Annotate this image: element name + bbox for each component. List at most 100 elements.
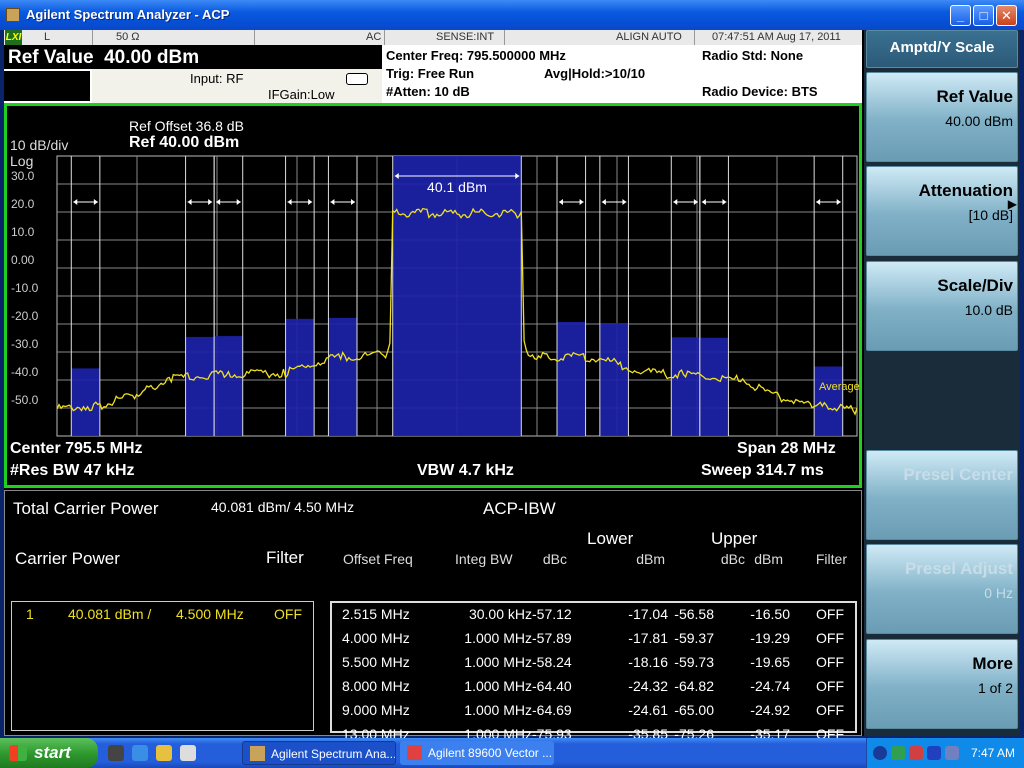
close-button[interactable]: ✕ xyxy=(996,5,1017,26)
y-tick-label: -20.0 xyxy=(11,309,39,323)
softkey-attenuation[interactable]: Attenuation [10 dB] ▶ xyxy=(866,166,1018,256)
acp-results-panel: Total Carrier Power 40.081 dBm/ 4.50 MHz… xyxy=(4,490,862,742)
tray-expand-icon[interactable] xyxy=(873,746,887,760)
y-tick-label: -50.0 xyxy=(11,393,39,407)
table-cell: -58.24 xyxy=(532,654,572,670)
table-row: 2.515 MHz 30.00 kHz -57.12 -17.04 -56.58 -16.… xyxy=(332,603,855,627)
table-cell: 2.515 MHz xyxy=(342,606,410,622)
table-cell: 1.000 MHz xyxy=(464,630,532,646)
attenuation: #Atten: 10 dB xyxy=(386,84,470,99)
security-icon[interactable] xyxy=(909,746,923,760)
active-function[interactable]: Ref Value 40.00 dBm xyxy=(4,45,382,69)
system-tray: 7:47 AM xyxy=(866,738,1024,768)
integration-band xyxy=(285,318,315,436)
taskbar-item-spectrum-analyzer[interactable]: Agilent Spectrum Ana... xyxy=(242,741,396,765)
carrier-power-table: 1 40.081 dBm / 4.500 MHz OFF xyxy=(11,601,314,731)
integration-band xyxy=(185,336,215,436)
windows-logo-icon xyxy=(9,745,27,761)
minimize-button[interactable]: _ xyxy=(950,5,971,26)
softkey-label: Ref Value xyxy=(936,87,1013,106)
divider xyxy=(694,30,695,45)
table-cell: -56.58 xyxy=(674,606,714,622)
y-tick-label: 0.00 xyxy=(11,253,35,267)
acp-column-header: dBm xyxy=(636,551,665,567)
acp-column-header: dBc xyxy=(720,551,745,567)
table-cell: 1.000 MHz xyxy=(464,678,532,694)
internet-explorer-icon[interactable] xyxy=(132,745,148,761)
start-button[interactable]: start xyxy=(0,738,98,768)
scale-per-div: 10 dB/div xyxy=(10,137,69,153)
spectrum-plot: 40.1 dBm Average xyxy=(56,155,859,437)
integration-band xyxy=(671,337,700,436)
analyzer-screen: LXI L 50 Ω AC SENSE:INT ALIGN AUTO 07:47… xyxy=(4,30,1020,742)
table-cell: OFF xyxy=(816,702,844,718)
app-window: Agilent Spectrum Analyzer - ACP _ □ ✕ LX… xyxy=(0,0,1024,742)
integration-band xyxy=(599,323,629,436)
table-cell: 9.000 MHz xyxy=(342,702,410,718)
task-label: Agilent 89600 Vector ... xyxy=(428,746,553,760)
spectrum-analyzer-icon xyxy=(250,746,265,761)
center-frequency: Center 795.5 MHz xyxy=(10,440,143,457)
table-cell: -65.00 xyxy=(674,702,714,718)
table-cell: -57.89 xyxy=(532,630,572,646)
display-icon[interactable] xyxy=(927,746,941,760)
softkey-more[interactable]: More 1 of 2 xyxy=(866,639,1018,729)
carrier-power-label: 40.1 dBm xyxy=(427,179,487,195)
divider xyxy=(384,30,385,45)
y-tick-label: 10.0 xyxy=(11,225,35,239)
res-bw: #Res BW 47 kHz xyxy=(10,462,135,479)
total-carrier-power-label: Total Carrier Power xyxy=(13,499,159,518)
carrier-filter-label: Filter xyxy=(266,548,304,567)
ref-offset: Ref Offset 36.8 dB xyxy=(129,118,244,134)
table-cell: -16.50 xyxy=(750,606,790,622)
integration-band xyxy=(814,366,843,436)
title-bar[interactable]: Agilent Spectrum Analyzer - ACP _ □ ✕ xyxy=(0,0,1024,30)
y-tick-label: -40.0 xyxy=(11,365,39,379)
volume-icon[interactable] xyxy=(945,746,959,760)
divider xyxy=(92,30,93,45)
table-cell: 4.000 MHz xyxy=(342,630,410,646)
softkey-label: More xyxy=(972,654,1013,673)
trace-label: Average xyxy=(819,381,859,393)
softkey-value: 0 Hz xyxy=(984,585,1013,601)
table-cell: -19.29 xyxy=(750,630,790,646)
table-cell: OFF xyxy=(816,678,844,694)
upper-group-label: Upper xyxy=(711,529,758,548)
acp-column-header: Filter xyxy=(815,551,847,567)
table-cell: -64.82 xyxy=(674,678,714,694)
submenu-arrow-icon: ▶ xyxy=(1007,197,1017,211)
softkey-presel-center[interactable]: Presel Center xyxy=(866,450,1018,540)
sweep-time: Sweep 314.7 ms xyxy=(701,462,824,479)
integration-band xyxy=(557,322,586,436)
table-row: 5.500 MHz 1.000 MHz -58.24 -18.16 -59.73 -19.… xyxy=(332,651,855,675)
network-icon[interactable] xyxy=(891,746,905,760)
maximize-button[interactable]: □ xyxy=(973,5,994,26)
vector-analyzer-icon xyxy=(407,745,422,760)
spectrum-graph[interactable]: 40.1 dBm Average 10 dB/div Log Ref Offset… xyxy=(4,103,862,488)
command-prompt-icon[interactable] xyxy=(108,745,124,761)
softkey-menu-header: Amptd/Y Scale xyxy=(866,30,1018,68)
y-tick-label: 20.0 xyxy=(11,197,35,211)
total-carrier-power-value: 40.081 dBm/ 4.50 MHz xyxy=(211,499,355,515)
softkey-value: 40.00 dBm xyxy=(945,113,1013,129)
table-cell: OFF xyxy=(816,630,844,646)
softkey-ref-value[interactable]: Ref Value 40.00 dBm xyxy=(866,72,1018,162)
folder-icon[interactable] xyxy=(156,745,172,761)
start-label: start xyxy=(34,743,71,762)
taskbar-item-vector-analyzer[interactable]: Agilent 89600 Vector ... xyxy=(400,741,554,765)
entry-area xyxy=(4,71,90,101)
table-cell: -57.12 xyxy=(532,606,572,622)
table-row: 4.000 MHz 1.000 MHz -57.89 -17.81 -59.37 -19.… xyxy=(332,627,855,651)
clock[interactable]: 7:47 AM xyxy=(971,746,1015,760)
radio-device: Radio Device: BTS xyxy=(702,84,818,99)
table-cell: -64.40 xyxy=(532,678,572,694)
softkey-scale-div[interactable]: Scale/Div 10.0 dB xyxy=(866,261,1018,351)
measurement-mode: ACP-IBW xyxy=(483,499,556,518)
table-row: 8.000 MHz 1.000 MHz -64.40 -24.32 -64.82 -24.… xyxy=(332,675,855,699)
acp-column-header: Offset Freq xyxy=(343,551,413,567)
media-icon[interactable] xyxy=(180,745,196,761)
trigger-mode: Trig: Free Run xyxy=(386,66,475,81)
log-scale-label: Log xyxy=(10,153,34,169)
integration-band xyxy=(328,317,357,436)
softkey-presel-adjust[interactable]: Presel Adjust 0 Hz xyxy=(866,544,1018,634)
